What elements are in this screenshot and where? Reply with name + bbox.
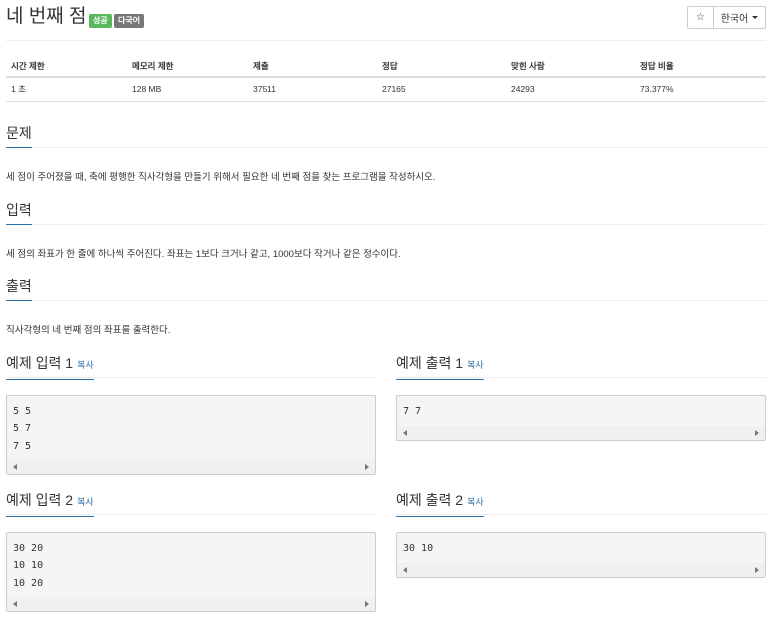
sample-line: 5 5 bbox=[13, 406, 32, 417]
sample-output-2-heading: 예제 출력 2 복사 bbox=[396, 492, 484, 517]
sample-line: 5 7 bbox=[13, 423, 32, 435]
table-header-row: 시간 제한 메모리 제한 제출 정답 맞힌 사람 정답 비율 bbox=[6, 55, 766, 78]
problem-divider bbox=[6, 147, 766, 148]
sample-input-1-box[interactable]: 5 5 5 7 7 5 bbox=[6, 395, 376, 475]
sample-output-1-heading: 예제 출력 1 복사 bbox=[396, 355, 484, 380]
submissions-value: 37511 bbox=[248, 77, 377, 102]
sample-output-2-box[interactable]: 30 10 bbox=[396, 532, 766, 578]
title-divider bbox=[6, 40, 766, 41]
sample-input-1-heading: 예제 입력 1 복사 bbox=[6, 355, 94, 380]
scroll-right-icon[interactable] bbox=[365, 601, 369, 607]
scroll-right-icon[interactable] bbox=[755, 567, 759, 573]
sample-line: 30 10 bbox=[403, 543, 434, 554]
star-icon: ☆ bbox=[696, 12, 705, 23]
output-description: 직사각형의 네 번째 점의 좌표를 출력한다. bbox=[6, 325, 171, 336]
header-solvers: 맞힌 사람 bbox=[506, 55, 635, 78]
sample-output-1-title: 예제 출력 1 bbox=[396, 355, 464, 371]
horizontal-scrollbar[interactable] bbox=[7, 597, 375, 611]
table-row: 1 초 128 MB 37511 27165 24293 73.377% bbox=[6, 77, 766, 102]
scroll-right-icon[interactable] bbox=[755, 430, 759, 436]
sample-input-2-box[interactable]: 30 20 10 10 10 20 bbox=[6, 532, 376, 612]
output-divider bbox=[6, 300, 766, 301]
header-memory-limit: 메모리 제한 bbox=[127, 55, 248, 78]
scroll-left-icon[interactable] bbox=[13, 464, 17, 470]
scroll-left-icon[interactable] bbox=[403, 430, 407, 436]
caret-down-icon bbox=[752, 16, 759, 19]
problem-info-table: 시간 제한 메모리 제한 제출 정답 맞힌 사람 정답 비율 1 초 128 M… bbox=[6, 55, 766, 102]
header-accepted: 정답 bbox=[377, 55, 506, 78]
problem-heading: 문제 bbox=[6, 125, 32, 148]
input-heading: 입력 bbox=[6, 202, 32, 225]
copy-sample-output-2-button[interactable]: 복사 bbox=[467, 497, 484, 507]
sample-output-1-box[interactable]: 7 7 bbox=[396, 395, 766, 441]
horizontal-scrollbar[interactable] bbox=[397, 563, 765, 577]
solvers-value: 24293 bbox=[506, 77, 635, 102]
scroll-right-icon[interactable] bbox=[365, 464, 369, 470]
title-row: 네 번째 점 성공 다국어 ☆ 한국어 bbox=[6, 6, 766, 40]
scroll-left-icon[interactable] bbox=[13, 601, 17, 607]
time-limit-value: 1 초 bbox=[6, 77, 127, 102]
language-dropdown[interactable]: 한국어 bbox=[714, 6, 766, 29]
copy-sample-input-1-button[interactable]: 복사 bbox=[77, 360, 94, 370]
sample-output-2-content: 30 10 bbox=[397, 533, 765, 557]
sample-input-1-title: 예제 입력 1 bbox=[6, 355, 74, 371]
status-badge-multilang: 다국어 bbox=[114, 14, 145, 28]
sample-input-1-content: 5 5 5 7 7 5 bbox=[7, 396, 375, 455]
status-badge-success: 성공 bbox=[89, 14, 112, 28]
memory-limit-value: 128 MB bbox=[127, 77, 248, 102]
sample-input-2-heading: 예제 입력 2 복사 bbox=[6, 492, 94, 517]
sample-output-2-title: 예제 출력 2 bbox=[396, 492, 464, 508]
scroll-left-icon[interactable] bbox=[403, 567, 407, 573]
ratio-value: 73.377% bbox=[635, 77, 766, 102]
sample-input-2-title: 예제 입력 2 bbox=[6, 492, 74, 508]
page-title: 네 번째 점 bbox=[6, 6, 87, 27]
problem-description: 세 점이 주어졌을 때, 축에 평행한 직사각형을 만들기 위해서 필요한 네 … bbox=[6, 172, 436, 183]
favorite-button[interactable]: ☆ bbox=[687, 6, 714, 29]
accepted-value: 27165 bbox=[377, 77, 506, 102]
sample-line: 30 20 bbox=[13, 543, 44, 554]
horizontal-scrollbar[interactable] bbox=[397, 426, 765, 440]
header-time-limit: 시간 제한 bbox=[6, 55, 127, 78]
sample-output-1-content: 7 7 bbox=[397, 396, 765, 420]
copy-sample-input-2-button[interactable]: 복사 bbox=[77, 497, 94, 507]
header-submissions: 제출 bbox=[248, 55, 377, 78]
title-actions: ☆ 한국어 bbox=[687, 6, 766, 29]
input-description: 세 점의 좌표가 한 줄에 하나씩 주어진다. 좌표는 1보다 크거나 같고, … bbox=[6, 249, 401, 260]
horizontal-scrollbar[interactable] bbox=[7, 460, 375, 474]
sample-line: 10 20 bbox=[13, 577, 44, 589]
sample-line: 7 5 bbox=[13, 440, 32, 452]
input-divider bbox=[6, 224, 766, 225]
sample-line: 10 10 bbox=[13, 560, 44, 572]
copy-sample-output-1-button[interactable]: 복사 bbox=[467, 360, 484, 370]
output-heading: 출력 bbox=[6, 278, 32, 301]
header-ratio: 정답 비율 bbox=[635, 55, 766, 78]
language-label: 한국어 bbox=[720, 14, 749, 25]
sample-line: 7 7 bbox=[403, 406, 422, 417]
sample-input-2-content: 30 20 10 10 10 20 bbox=[7, 533, 375, 592]
